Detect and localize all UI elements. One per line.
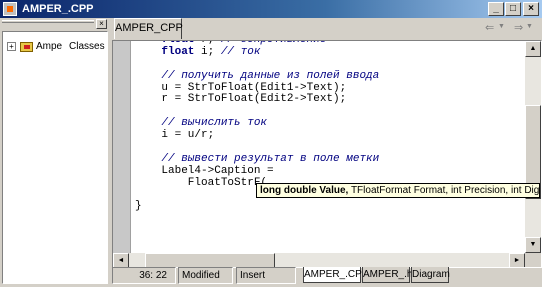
code-comment: // получить данные из полей ввода bbox=[161, 69, 380, 82]
code-line[interactable]: float i; // ток bbox=[135, 45, 533, 59]
file-tab-diagram[interactable]: Diagram bbox=[411, 267, 450, 283]
tree-node-classes-label[interactable]: Classes bbox=[69, 41, 105, 52]
back-dropdown-icon[interactable]: ▼ bbox=[498, 23, 505, 30]
panel-grip[interactable] bbox=[2, 20, 94, 23]
code-token: i = u/r; bbox=[135, 129, 215, 142]
maximize-button[interactable]: □ bbox=[505, 2, 521, 16]
class-tree[interactable]: + Ampe Classes bbox=[2, 31, 108, 284]
code-token: r = StrToFloat(Edit2->Text); bbox=[135, 93, 347, 106]
scroll-corner bbox=[525, 253, 541, 267]
parameter-hint-tooltip: long double Value, TFloatFormat Format, … bbox=[256, 183, 540, 198]
code-editor[interactable]: float r; // сопротивление float i; // то… bbox=[112, 40, 542, 268]
code-comment: // вычислить ток bbox=[161, 117, 268, 130]
param-hint-rest: TFloatFormat Format, int Precision, int … bbox=[348, 185, 540, 196]
scroll-down-icon[interactable]: ▼ bbox=[525, 237, 541, 253]
panel-close-button[interactable]: × bbox=[96, 19, 107, 29]
class-explorer-panel: × + Ampe Classes bbox=[0, 18, 110, 287]
tab-amper-cpp[interactable]: AMPER_CPP bbox=[114, 18, 183, 39]
scroll-right-icon[interactable]: ► bbox=[509, 253, 525, 267]
cursor-position: 36: 22 bbox=[112, 267, 176, 284]
scroll-left-icon[interactable]: ◄ bbox=[113, 253, 129, 267]
code-keyword: float bbox=[161, 45, 195, 58]
horizontal-scroll-thumb[interactable] bbox=[145, 253, 275, 267]
tree-expand-icon[interactable]: + bbox=[7, 42, 16, 51]
app-icon[interactable] bbox=[3, 2, 17, 16]
code-comment: // вывести результат в поле метки bbox=[161, 152, 380, 165]
code-token: Label4->Caption = bbox=[135, 164, 281, 177]
code-token: FloatToStrF( bbox=[135, 176, 268, 189]
editor-tab-strip: AMPER_CPP ⇐ ▼ ⇒ ▼ bbox=[110, 18, 542, 40]
param-hint-current: long double Value, bbox=[260, 185, 349, 196]
vertical-scrollbar[interactable]: ▲ ▼ bbox=[525, 41, 541, 253]
scroll-up-icon[interactable]: ▲ bbox=[525, 41, 541, 57]
forward-arrow-icon[interactable]: ⇒ bbox=[514, 21, 523, 34]
minimize-button[interactable]: _ bbox=[488, 2, 504, 16]
file-tab-h[interactable]: AMPER_.h bbox=[362, 267, 412, 283]
back-arrow-icon[interactable]: ⇐ bbox=[485, 21, 494, 34]
code-token: u = StrToFloat(Edit1->Text); bbox=[135, 81, 347, 94]
code-token: } bbox=[135, 200, 142, 213]
editor-gutter[interactable] bbox=[113, 41, 131, 267]
modified-indicator: Modified bbox=[178, 267, 233, 284]
file-tab-cpp[interactable]: AMPER_.CPP bbox=[303, 267, 368, 283]
close-button[interactable]: × bbox=[523, 2, 539, 16]
horizontal-scrollbar[interactable]: ◄ ► bbox=[113, 253, 525, 267]
code-line[interactable]: r = StrToFloat(Edit2->Text); bbox=[135, 94, 533, 106]
code-line[interactable]: i = u/r; bbox=[135, 129, 533, 142]
window-title: AMPER_.CPP bbox=[22, 3, 94, 15]
code-token: i; bbox=[194, 45, 221, 58]
forward-dropdown-icon[interactable]: ▼ bbox=[526, 23, 533, 30]
code-line[interactable]: } bbox=[135, 201, 533, 213]
editor-frame: AMPER_CPP ⇐ ▼ ⇒ ▼ float r; // сопротивле… bbox=[110, 18, 542, 287]
tree-node-label[interactable]: Ampe bbox=[36, 41, 62, 52]
code-comment: // ток bbox=[220, 45, 261, 58]
folder-icon bbox=[20, 42, 33, 52]
insert-mode-indicator: Insert bbox=[236, 267, 296, 284]
title-bar: AMPER_.CPP _ □ × bbox=[0, 0, 542, 18]
